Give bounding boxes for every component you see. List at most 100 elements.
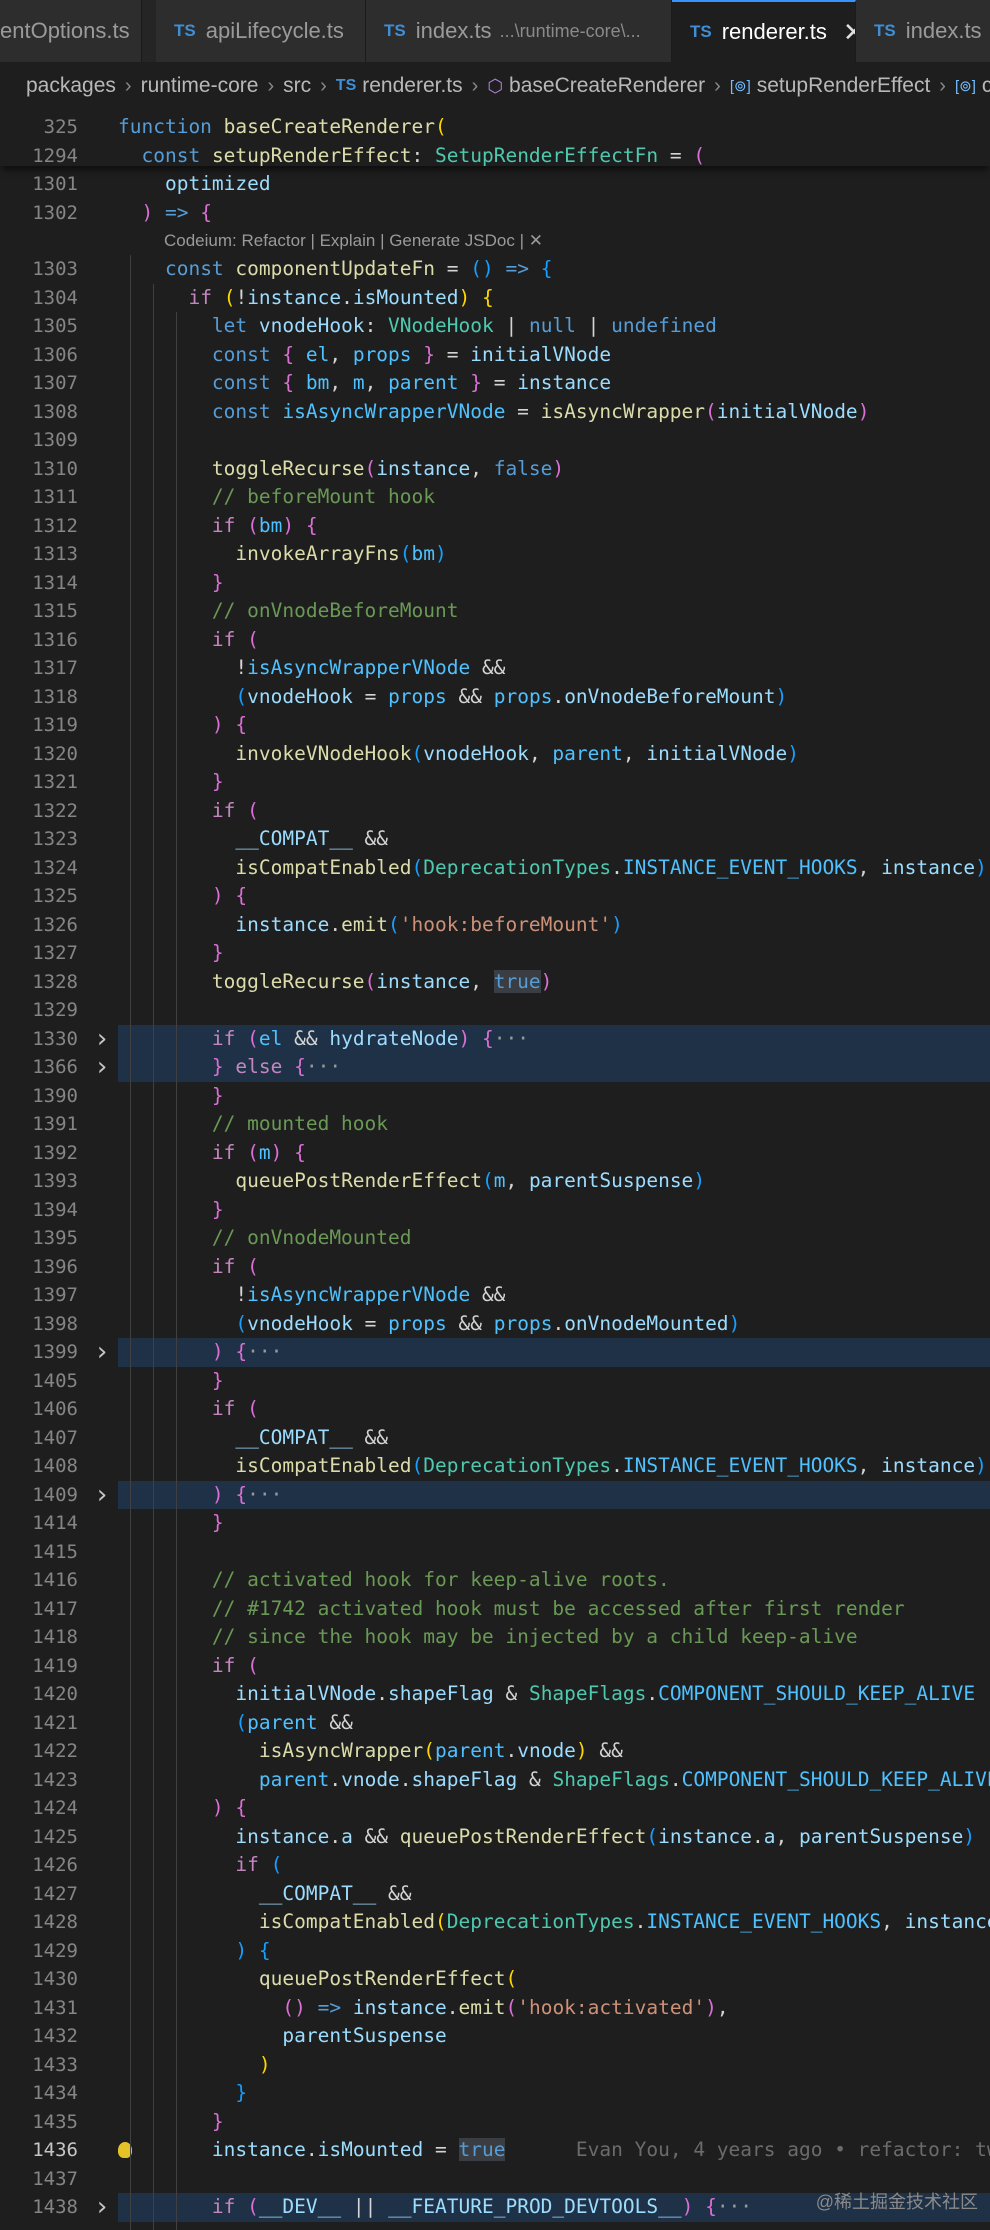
- breadcrumb-item[interactable]: packages: [26, 74, 116, 98]
- code-line[interactable]: 1398 (vnodeHook = props && props.onVnode…: [0, 1310, 990, 1339]
- chevron-right-icon[interactable]: ›: [94, 1480, 110, 1510]
- chevron-right-icon[interactable]: ›: [94, 1053, 110, 1082]
- code-line[interactable]: 1393 queuePostRenderEffect(m, parentSusp…: [0, 1167, 990, 1196]
- breadcrumb-item[interactable]: compo: [982, 74, 990, 98]
- code-line[interactable]: 1425 instance.a && queuePostRenderEffect…: [0, 1823, 990, 1852]
- code-line[interactable]: 1434 }: [0, 2079, 990, 2108]
- code-line[interactable]: 1317 !isAsyncWrapperVNode &&: [0, 654, 990, 683]
- code-line[interactable]: 1428 isCompatEnabled(DeprecationTypes.IN…: [0, 1908, 990, 1937]
- tab-2[interactable]: TS index.ts ...\runtime-core\...: [366, 0, 672, 62]
- code-line[interactable]: 1301 optimized: [0, 170, 990, 199]
- code-line[interactable]: 1435 }: [0, 2108, 990, 2137]
- close-icon[interactable]: ✕: [843, 17, 855, 48]
- tab-4[interactable]: TS index.ts: [856, 0, 990, 62]
- code-line[interactable]: 1311 // beforeMount hook: [0, 483, 990, 512]
- code-line[interactable]: 1314 }: [0, 569, 990, 598]
- tab-0[interactable]: entOptions.ts: [0, 0, 142, 62]
- code-line[interactable]: 1316 if (: [0, 626, 990, 655]
- breadcrumb-item[interactable]: setupRenderEffect: [757, 74, 931, 98]
- code-line[interactable]: 1397 !isAsyncWrapperVNode &&: [0, 1281, 990, 1310]
- code-line[interactable]: 1430 queuePostRenderEffect(: [0, 1965, 990, 1994]
- code-line[interactable]: 1399 › ) {···: [32, 1338, 990, 1367]
- chevron-right-icon[interactable]: ›: [94, 1024, 110, 1054]
- code-line[interactable]: 1308 const isAsyncWrapperVNode = isAsync…: [0, 398, 990, 427]
- code-line[interactable]: 1327 }: [0, 939, 990, 968]
- line-number: 1321: [32, 771, 78, 793]
- code-line[interactable]: 1328 toggleRecurse(instance, true): [0, 968, 990, 997]
- code-line[interactable]: 1319 ) {: [0, 711, 990, 740]
- code-line[interactable]: 1426 if (: [0, 1851, 990, 1880]
- code-line[interactable]: 1394 }: [0, 1196, 990, 1225]
- code-line[interactable]: 1422 isAsyncWrapper(parent.vnode) &&: [0, 1737, 990, 1766]
- code-line[interactable]: 1305 let vnodeHook: VNodeHook | null | u…: [0, 312, 990, 341]
- line-number: 1303: [32, 258, 78, 280]
- code-line[interactable]: 1313 invokeArrayFns(bm): [0, 540, 990, 569]
- code-line[interactable]: 325 function baseCreateRenderer(: [0, 113, 990, 142]
- code-line[interactable]: 1429 ) {: [0, 1937, 990, 1966]
- code-line[interactable]: 1307 const { bm, m, parent } = instance: [0, 369, 990, 398]
- code-line[interactable]: 1310 toggleRecurse(instance, false): [0, 455, 990, 484]
- code-line[interactable]: 1330 › if (el && hydrateNode) {···: [32, 1024, 990, 1053]
- code-line[interactable]: 1418 // since the hook may be injected b…: [0, 1623, 990, 1652]
- code-line[interactable]: 1324 isCompatEnabled(DeprecationTypes.IN…: [0, 854, 990, 883]
- code-line[interactable]: 1318 (vnodeHook = props && props.onVnode…: [0, 683, 990, 712]
- code-line[interactable]: 1420 initialVNode.shapeFlag & ShapeFlags…: [0, 1680, 990, 1709]
- code-line[interactable]: 1390 }: [0, 1082, 990, 1111]
- code-text: parentSuspense: [282, 2024, 447, 2047]
- code-line[interactable]: 1303 const componentUpdateFn = () => {: [0, 255, 990, 284]
- code-line[interactable]: 1415: [0, 1538, 990, 1567]
- code-line[interactable]: 1419 if (: [0, 1652, 990, 1681]
- code-line[interactable]: 1408 isCompatEnabled(DeprecationTypes.IN…: [0, 1452, 990, 1481]
- code-line[interactable]: 1392 if (m) {: [0, 1139, 990, 1168]
- breadcrumb-item[interactable]: runtime-core: [141, 74, 259, 98]
- code-line[interactable]: 1405 }: [0, 1367, 990, 1396]
- code-editor[interactable]: 325 function baseCreateRenderer(1294 cons…: [0, 110, 990, 2230]
- code-line[interactable]: 1421 (parent &&: [0, 1709, 990, 1738]
- code-line[interactable]: 1431 () => instance.emit('hook:activated…: [0, 1994, 990, 2023]
- code-line[interactable]: 1395 // onVnodeMounted: [0, 1224, 990, 1253]
- code-line[interactable]: 1423 parent.vnode.shapeFlag & ShapeFlags…: [0, 1766, 990, 1795]
- code-line[interactable]: 1396 if (: [0, 1253, 990, 1282]
- code-text: const { bm, m, parent } = instance: [211, 371, 612, 394]
- codeium-codelens[interactable]: Codeium: Refactor | Explain | Generate J…: [164, 227, 543, 255]
- breadcrumb-item[interactable]: renderer.ts: [362, 74, 462, 98]
- code-line[interactable]: 1424 ) {: [0, 1794, 990, 1823]
- code-line[interactable]: 1436 instance.isMounted = true Evan You,…: [0, 2136, 990, 2165]
- code-line[interactable]: 1325 ) {: [0, 882, 990, 911]
- code-text: () => instance.emit('hook:activated'),: [282, 1995, 729, 2019]
- code-line[interactable]: 1312 if (bm) {: [0, 512, 990, 541]
- code-text: }: [211, 941, 224, 964]
- line-number: 1394: [32, 1198, 78, 1221]
- code-line[interactable]: 1315 // onVnodeBeforeMount: [0, 597, 990, 626]
- code-line[interactable]: 1320 invokeVNodeHook(vnodeHook, parent, …: [0, 740, 990, 769]
- code-line[interactable]: 1432 parentSuspense: [0, 2022, 990, 2051]
- code-line[interactable]: 1329: [0, 996, 990, 1025]
- code-line[interactable]: 1322 if (: [0, 797, 990, 826]
- code-line[interactable]: 1302 ) => {: [0, 199, 990, 228]
- code-line[interactable]: 1366 › } else {···: [32, 1053, 990, 1082]
- code-text: }: [211, 1197, 224, 1221]
- code-line[interactable]: 1309: [0, 426, 990, 455]
- code-line[interactable]: 1409 › ) {···: [32, 1480, 990, 1509]
- chevron-right-icon[interactable]: ›: [94, 1338, 110, 1367]
- code-line[interactable]: 1294 const setupRenderEffect: SetupRende…: [0, 142, 990, 171]
- code-line[interactable]: 1323 __COMPAT__ &&: [0, 825, 990, 854]
- code-line[interactable]: 1433 ): [0, 2051, 990, 2080]
- code-line[interactable]: 1326 instance.emit('hook:beforeMount'): [0, 911, 990, 940]
- code-line[interactable]: 1414 }: [0, 1509, 990, 1538]
- tab-3[interactable]: TS renderer.ts ✕: [672, 0, 856, 62]
- code-line[interactable]: 1321 }: [0, 768, 990, 797]
- code-line[interactable]: 1306 const { el, props } = initialVNode: [0, 341, 990, 370]
- breadcrumb-item[interactable]: src: [283, 74, 311, 98]
- code-line[interactable]: 1304 if (!instance.isMounted) {: [0, 284, 990, 313]
- code-line[interactable]: 1417 // #1742 activated hook must be acc…: [0, 1595, 990, 1624]
- chevron-right-icon[interactable]: ›: [94, 2193, 110, 2222]
- code-line[interactable]: 1407 __COMPAT__ &&: [0, 1424, 990, 1453]
- code-line[interactable]: 1406 if (: [0, 1395, 990, 1424]
- code-line[interactable]: 1391 // mounted hook: [0, 1110, 990, 1139]
- tab-1[interactable]: TS apiLifecycle.ts: [156, 0, 366, 62]
- line-number: 1399: [32, 1341, 78, 1363]
- code-line[interactable]: 1416 // activated hook for keep-alive ro…: [0, 1566, 990, 1595]
- code-line[interactable]: 1427 __COMPAT__ &&: [0, 1880, 990, 1909]
- breadcrumb-item[interactable]: baseCreateRenderer: [509, 74, 705, 98]
